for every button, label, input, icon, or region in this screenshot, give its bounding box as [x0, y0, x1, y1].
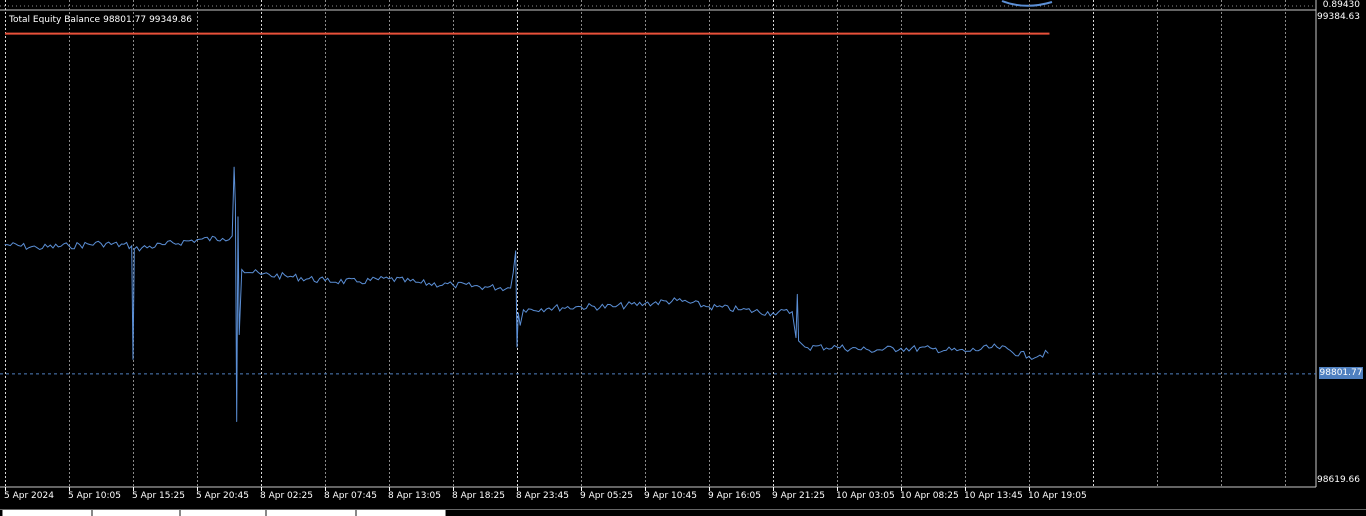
- equity-point: [517, 312, 519, 314]
- indicator-name: Total Equity Balance: [9, 15, 101, 25]
- equity-point: [515, 250, 517, 252]
- equity-point: [222, 238, 224, 239]
- chart-window: Total Equity Balance 98801.77 99349.86 0.8…: [0, 0, 1366, 516]
- equity-point: [868, 349, 870, 351]
- time-tick-label: 10 Apr 03:05: [836, 491, 895, 501]
- indicator-balance-value: 99349.86: [149, 15, 193, 25]
- equity-point: [236, 421, 238, 422]
- equity-point: [791, 311, 793, 313]
- equity-point: [100, 242, 102, 244]
- equity-point: [196, 239, 198, 241]
- equity-point: [231, 235, 233, 237]
- time-tick-label: 8 Apr 23:45: [516, 491, 569, 501]
- equity-point: [133, 248, 135, 250]
- equity-point: [795, 337, 797, 339]
- price-max-label: 99384.63: [1317, 12, 1360, 22]
- time-tick-label: 9 Apr 21:25: [772, 491, 825, 501]
- time-tick-label: 10 Apr 13:45: [964, 491, 1023, 501]
- time-tick-label: 9 Apr 16:05: [708, 491, 761, 501]
- equity-point: [676, 300, 678, 301]
- equity-point: [292, 276, 294, 278]
- chart-tab[interactable]: [266, 510, 356, 516]
- price-min-label: 98619.66: [1317, 475, 1360, 485]
- time-tick-label: 10 Apr 19:05: [1028, 491, 1087, 501]
- equity-point: [237, 216, 239, 218]
- equity-point: [132, 359, 134, 360]
- equity-point: [548, 307, 550, 309]
- time-tick-label: 8 Apr 13:05: [388, 491, 441, 501]
- equity-point: [1028, 355, 1030, 357]
- time-tick-label: 5 Apr 15:25: [132, 491, 185, 501]
- equity-point: [932, 348, 934, 350]
- time-tick-label: 9 Apr 05:25: [580, 491, 633, 501]
- equity-point: [388, 278, 390, 280]
- equity-point: [241, 269, 243, 270]
- equity-point: [260, 274, 262, 275]
- equity-point: [510, 287, 511, 289]
- equity-point: [900, 347, 902, 349]
- chart-tab[interactable]: [356, 510, 446, 516]
- equity-point: [68, 245, 70, 247]
- equity-point: [796, 293, 798, 295]
- equity-point: [798, 340, 799, 342]
- equity-point: [964, 351, 966, 352]
- equity-point: [324, 280, 326, 282]
- equity-point: [164, 244, 166, 246]
- equity-point: [801, 343, 803, 345]
- time-tick-label: 5 Apr 2024: [4, 491, 54, 501]
- equity-point: [708, 306, 710, 308]
- equity-point: [580, 306, 582, 308]
- top-panel-price-label: 0.89430: [1322, 0, 1360, 10]
- indicator-label: Total Equity Balance 98801.77 99349.86: [9, 15, 195, 26]
- time-tick-label: 10 Apr 08:25: [900, 491, 959, 501]
- equity-point: [235, 204, 236, 206]
- equity-point: [516, 346, 518, 348]
- time-axis: 5 Apr 2024 5 Apr 10:05 5 Apr 15:25 5 Apr 20…: [0, 487, 1318, 505]
- equity-point: [523, 309, 524, 311]
- equity-point: [238, 334, 240, 336]
- time-tick-label: 8 Apr 18:25: [452, 491, 505, 501]
- time-tick-label: 8 Apr 07:45: [324, 491, 377, 501]
- time-tick-label: 5 Apr 10:05: [68, 491, 121, 501]
- chart-tab[interactable]: [2, 510, 92, 516]
- chart-tab[interactable]: [180, 510, 266, 516]
- current-price-tag: 98801.77: [1319, 367, 1363, 379]
- equity-point: [36, 247, 38, 249]
- equity-point: [740, 309, 742, 311]
- equity-point: [484, 286, 486, 288]
- equity-point: [612, 306, 614, 308]
- equity-point: [4, 244, 6, 246]
- equity-point: [519, 324, 521, 326]
- equity-point: [772, 312, 774, 314]
- equity-point: [131, 245, 133, 247]
- equity-point: [356, 281, 358, 283]
- chart-tab[interactable]: [92, 510, 180, 516]
- equity-line: [4, 166, 1049, 422]
- equity-point: [233, 166, 235, 168]
- equity-point: [836, 346, 838, 348]
- main-chart-area[interactable]: [0, 0, 1366, 515]
- equity-point: [1047, 352, 1049, 354]
- equity-point: [996, 346, 998, 348]
- time-tick-label: 9 Apr 10:45: [644, 491, 697, 501]
- equity-point: [452, 284, 454, 286]
- time-tick-label: 5 Apr 20:45: [196, 491, 249, 501]
- equity-point: [644, 303, 646, 305]
- time-tick-label: 8 Apr 02:25: [260, 491, 313, 501]
- equity-point: [420, 282, 422, 284]
- equity-point: [804, 346, 806, 348]
- indicator-equity-value: 98801.77: [103, 15, 147, 25]
